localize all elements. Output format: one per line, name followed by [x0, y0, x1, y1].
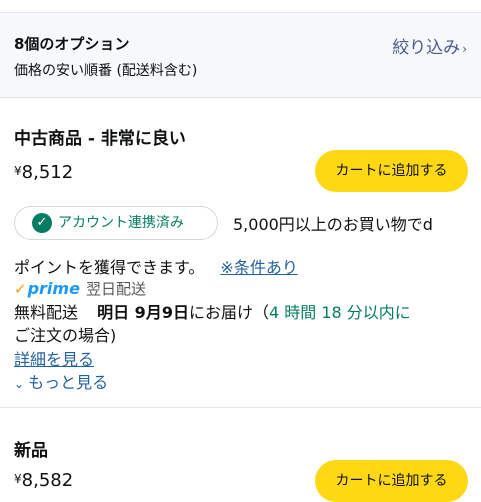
details-link[interactable]: 詳細を見る [14, 346, 94, 370]
points-promo-line: ポイントを獲得できます。 ※条件あり [14, 254, 298, 278]
order-countdown: 4 時間 18 分 [268, 303, 363, 322]
account-linked-label: アカウント連携済み [58, 215, 184, 231]
chevron-right-icon: › [462, 42, 467, 56]
countdown-suffix: 以内に [362, 303, 411, 322]
delivery-info: 無料配送 明日 9月9日にお届け（4 時間 18 分以内に [14, 299, 411, 323]
filter-label: 絞り込み [392, 38, 461, 58]
free-shipping-label: 無料配送 [14, 303, 79, 322]
prime-logo: prime [27, 279, 80, 298]
offer-card-new: 新品 ¥8,582 カートに追加する [0, 408, 481, 502]
option-count: 8個のオプション [14, 35, 130, 53]
account-linked-badge[interactable]: ✓ アカウント連携済み [14, 206, 218, 240]
points-promo-text: 5,000円以上のお買い物でd [233, 215, 433, 234]
delivery-date: 明日 9月9日 [97, 303, 189, 322]
offer-condition: 中古商品 - 非常に良い [14, 129, 186, 149]
filter-button[interactable]: 絞り込み › [392, 33, 467, 58]
currency-symbol-new: ¥ [14, 472, 22, 486]
price-value: 8,512 [21, 162, 74, 183]
offer-card-used: 中古商品 - 非常に良い ¥8,512 カートに追加する ✓ アカウント連携済み… [0, 98, 481, 407]
order-case-text: ご注文の場合) [14, 326, 117, 345]
offer-condition-new: 新品 [14, 441, 48, 461]
prime-check-icon: ✓ [14, 280, 27, 298]
show-more-link[interactable]: ⌄ もっと見る [14, 369, 108, 393]
chevron-down-icon: ⌄ [14, 377, 25, 391]
top-edge [0, 0, 481, 13]
check-circle-icon: ✓ [32, 213, 52, 233]
prime-badge: ✓prime 翌日配送 [14, 278, 146, 299]
sort-order-label: 価格の安い順番 (配送料含む) [14, 63, 198, 79]
offer-price: ¥8,512 [14, 162, 73, 183]
delivery-suffix: にお届け（ [188, 303, 269, 322]
add-to-cart-button[interactable]: カートに追加する [315, 150, 468, 192]
options-header: 8個のオプション 価格の安い順番 (配送料含む) 絞り込み › [0, 13, 481, 98]
points-promo-text-2: ポイントを獲得できます。 [14, 258, 205, 277]
conditions-link[interactable]: ※条件あり [220, 258, 297, 277]
add-to-cart-button-new[interactable]: カートに追加する [315, 460, 468, 502]
prime-delivery-label: 翌日配送 [85, 280, 146, 298]
show-more-label: もっと見る [28, 373, 109, 392]
currency-symbol: ¥ [14, 164, 22, 178]
